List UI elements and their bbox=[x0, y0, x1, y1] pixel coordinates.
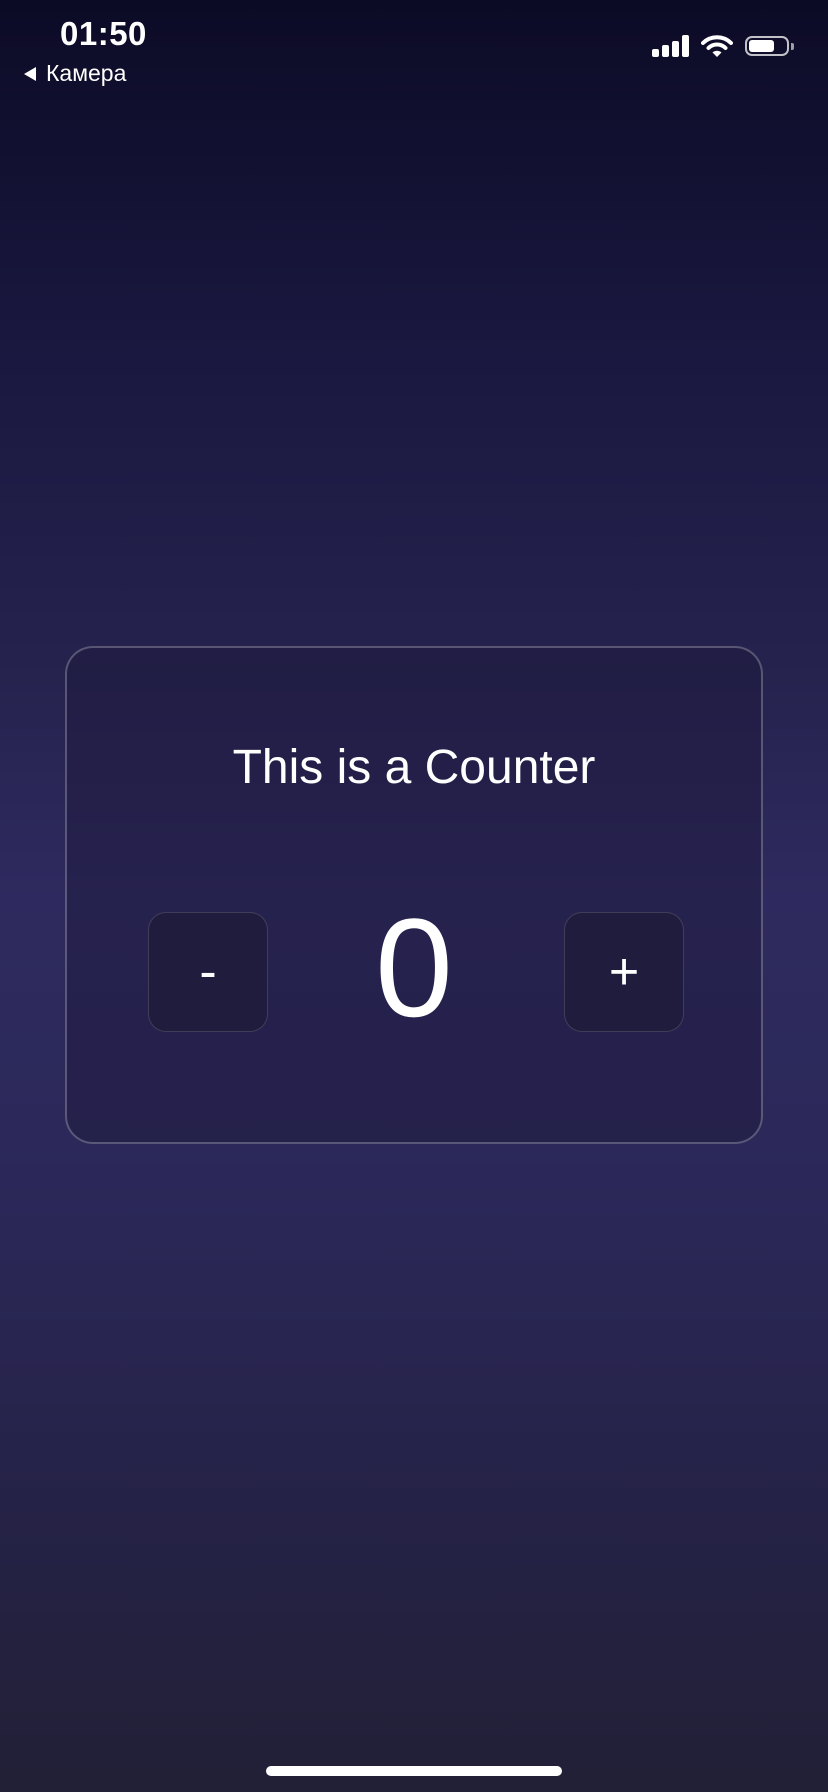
status-time: 01:50 bbox=[60, 15, 147, 52]
cellular-signal-icon bbox=[652, 35, 689, 57]
battery-icon bbox=[745, 36, 794, 56]
back-to-camera-link[interactable]: Камера bbox=[24, 60, 126, 87]
wifi-icon bbox=[701, 35, 733, 57]
back-link-label: Камера bbox=[46, 60, 127, 86]
counter-card: This is a Counter - 0 + bbox=[65, 646, 763, 1144]
home-indicator[interactable] bbox=[266, 1766, 562, 1776]
battery-level-fill bbox=[749, 40, 775, 52]
back-arrow-icon bbox=[24, 66, 36, 81]
increment-button[interactable]: + bbox=[564, 912, 684, 1032]
status-icons bbox=[652, 34, 794, 58]
counter-title: This is a Counter bbox=[232, 741, 596, 794]
